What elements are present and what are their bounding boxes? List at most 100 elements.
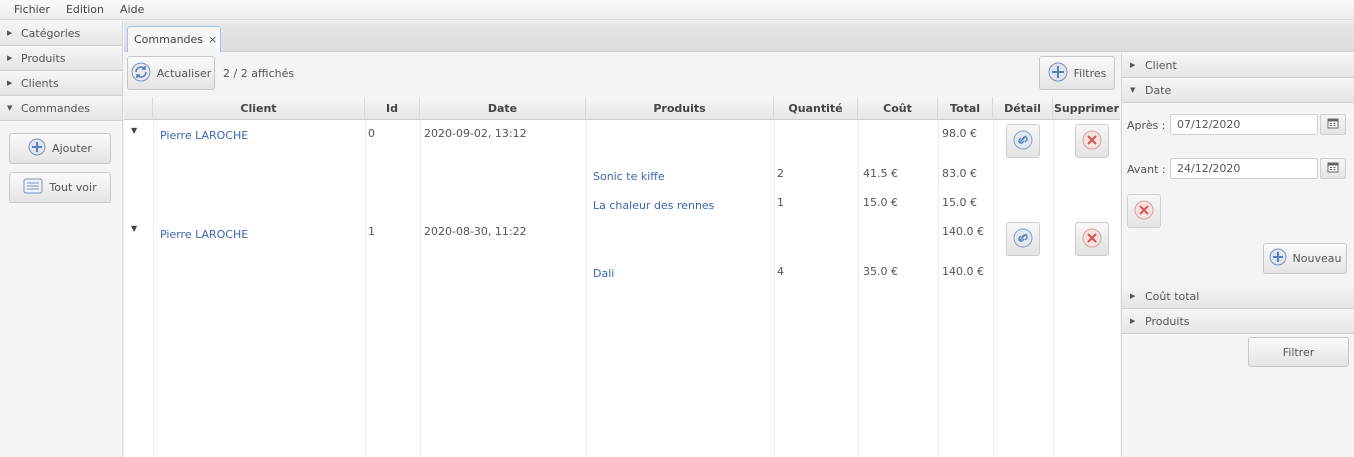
detail-button[interactable]: [1006, 222, 1040, 256]
item-product[interactable]: Dali: [593, 267, 614, 280]
before-date-picker-button[interactable]: [1320, 158, 1346, 179]
header-id[interactable]: Id: [365, 97, 420, 120]
chevron-right-icon: ▶: [1130, 317, 1136, 325]
menu-fichier[interactable]: Fichier: [6, 3, 58, 16]
order-id: 1: [368, 225, 375, 238]
column-divider: [938, 120, 939, 457]
chevron-down-icon: ▼: [7, 104, 13, 112]
column-divider: [153, 120, 154, 457]
column-divider: [1053, 120, 1054, 457]
add-order-label: Ajouter: [52, 142, 92, 155]
chevron-right-icon: ▶: [1130, 292, 1136, 300]
filter-section-client[interactable]: ▶ Client: [1122, 53, 1354, 78]
after-date-picker-button[interactable]: [1320, 114, 1346, 135]
filter-section-date[interactable]: ▼ Date: [1122, 78, 1354, 103]
accordion-label: Produits: [21, 51, 66, 65]
toolbar: Actualiser 2 / 2 affichés Filtres: [124, 53, 1120, 96]
date-filter-body: Après : 07/12/2020 Avant : 24/12/2020 No…: [1122, 103, 1354, 274]
filter-section-label: Client: [1145, 58, 1177, 72]
tab-commandes[interactable]: Commandes ×: [127, 26, 221, 52]
header-delete[interactable]: Supprimer: [1053, 97, 1120, 120]
calendar-icon: [1327, 161, 1339, 176]
accordion-label: Catégories: [21, 26, 81, 40]
order-id: 0: [368, 127, 375, 140]
after-date-input[interactable]: 07/12/2020: [1170, 114, 1318, 135]
plus-icon: [1048, 62, 1068, 85]
menu-edition[interactable]: Edition: [58, 3, 112, 16]
plus-icon: [28, 138, 46, 159]
filters-toggle-button[interactable]: Filtres: [1039, 56, 1115, 90]
chevron-right-icon: ▶: [7, 79, 13, 87]
accordion-label: Clients: [21, 76, 59, 90]
header-products[interactable]: Produits: [586, 97, 774, 120]
close-icon[interactable]: ×: [208, 33, 217, 46]
filter-section-products[interactable]: ▶ Produits: [1122, 309, 1354, 334]
order-client[interactable]: Pierre LAROCHE: [160, 228, 248, 241]
delete-icon: [1082, 130, 1102, 153]
accordion-produits[interactable]: ▶ Produits: [0, 46, 122, 71]
plus-icon: [1269, 248, 1287, 269]
accordion-commandes[interactable]: ▼ Commandes: [0, 96, 122, 121]
refresh-button[interactable]: Actualiser: [127, 56, 215, 90]
order-date: 2020-09-02, 13:12: [424, 127, 527, 140]
order-client[interactable]: Pierre LAROCHE: [160, 129, 248, 142]
item-product[interactable]: Sonic te kiffe: [593, 170, 665, 183]
header-date[interactable]: Date: [420, 97, 586, 120]
order-total: 98.0 €: [942, 127, 977, 140]
item-quantity: 4: [777, 265, 784, 278]
header-total[interactable]: Total: [938, 97, 993, 120]
result-count: 2 / 2 affichés: [223, 67, 295, 80]
order-total: 140.0 €: [942, 225, 984, 238]
delete-icon: [1134, 200, 1154, 223]
item-product[interactable]: La chaleur des rennes: [593, 199, 714, 212]
show-all-label: Tout voir: [49, 181, 97, 194]
show-all-button[interactable]: Tout voir: [9, 172, 111, 203]
calendar-icon: [1327, 117, 1339, 132]
delete-icon: [1082, 228, 1102, 251]
header-cost[interactable]: Coût: [858, 97, 938, 120]
refresh-label: Actualiser: [156, 66, 212, 80]
chevron-right-icon: ▶: [7, 54, 13, 62]
delete-button[interactable]: [1075, 222, 1109, 256]
link-icon: [1013, 130, 1033, 153]
menu-bar: Fichier Edition Aide: [0, 0, 1354, 20]
after-label: Après :: [1127, 119, 1166, 132]
menu-aide[interactable]: Aide: [112, 3, 152, 16]
filters-pane: ▶ Client ▼ Date Après : 07/12/2020 Avant…: [1121, 53, 1354, 457]
filter-section-cost[interactable]: ▶ Coût total: [1122, 284, 1354, 309]
column-divider: [858, 120, 859, 457]
header-detail[interactable]: Détail: [993, 97, 1053, 120]
header-quantity[interactable]: Quantité: [774, 97, 858, 120]
clear-date-button[interactable]: [1127, 194, 1161, 228]
header-client[interactable]: Client: [153, 97, 365, 120]
link-icon: [1013, 228, 1033, 251]
accordion-categories[interactable]: ▶ Catégories: [0, 21, 122, 46]
before-label: Avant :: [1127, 163, 1166, 176]
item-cost: 15.0 €: [863, 196, 898, 209]
row-collapse-toggle[interactable]: ▼: [131, 224, 137, 233]
chevron-down-icon: ▼: [1130, 86, 1136, 94]
orders-table: Client Id Date Produits Quantité Coût To…: [124, 97, 1120, 457]
item-total: 15.0 €: [942, 196, 977, 209]
delete-button[interactable]: [1075, 124, 1109, 158]
before-date-input[interactable]: 24/12/2020: [1170, 158, 1318, 179]
commandes-actions: Ajouter Tout voir: [0, 121, 122, 223]
apply-filter-button[interactable]: Filtrer: [1248, 337, 1349, 367]
detail-button[interactable]: [1006, 124, 1040, 158]
left-navigation-pane: ▶ Catégories ▶ Produits ▶ Clients ▼ Comm…: [0, 21, 123, 457]
item-total: 83.0 €: [942, 167, 977, 180]
column-divider: [365, 120, 366, 457]
new-date-filter-button[interactable]: Nouveau: [1263, 243, 1347, 274]
row-collapse-toggle[interactable]: ▼: [131, 126, 137, 135]
accordion-label: Commandes: [21, 101, 91, 115]
item-cost: 35.0 €: [863, 265, 898, 278]
filter-section-label: Coût total: [1145, 289, 1200, 303]
item-quantity: 2: [777, 167, 784, 180]
accordion-clients[interactable]: ▶ Clients: [0, 71, 122, 96]
new-label: Nouveau: [1292, 252, 1342, 265]
add-order-button[interactable]: Ajouter: [9, 133, 111, 164]
table-header: Client Id Date Produits Quantité Coût To…: [124, 97, 1120, 120]
column-divider: [420, 120, 421, 457]
tab-bar: Commandes ×: [124, 21, 1354, 52]
item-quantity: 1: [777, 196, 784, 209]
